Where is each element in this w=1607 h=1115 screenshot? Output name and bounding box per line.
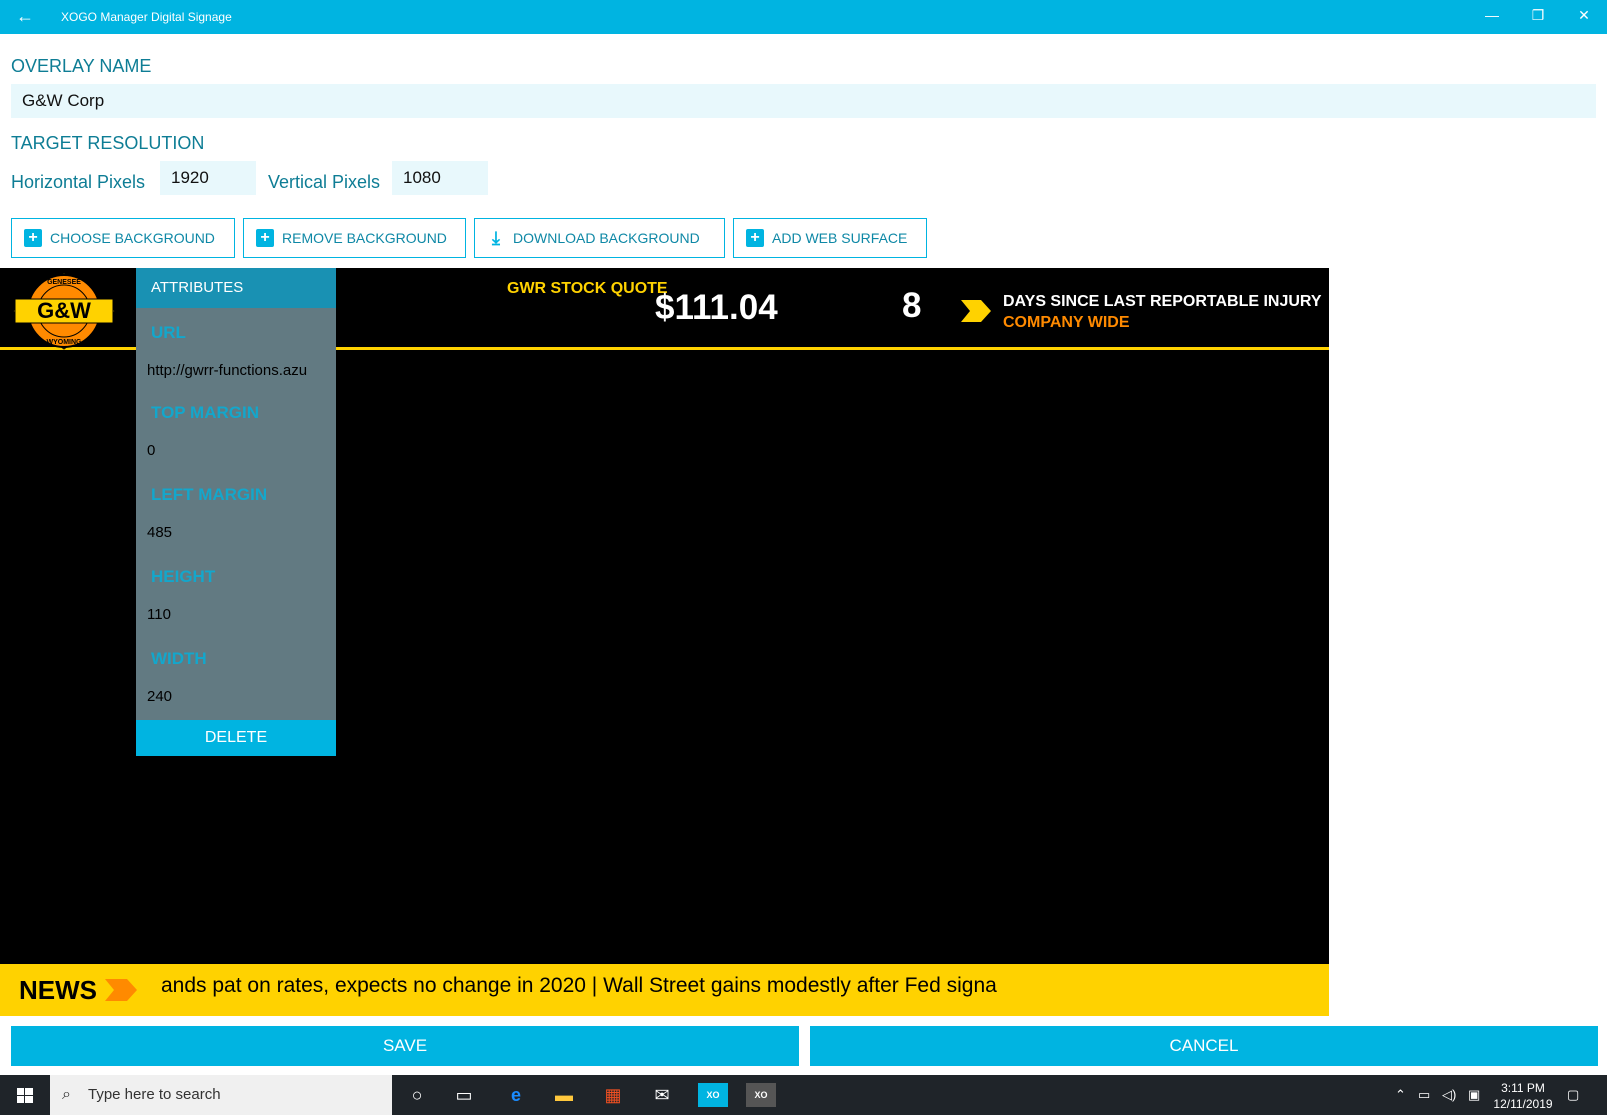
store-icon[interactable]: ▦ [600, 1083, 626, 1107]
add-web-surface-button[interactable]: + ADD WEB SURFACE [733, 218, 927, 258]
restore-icon[interactable]: ❐ [1515, 7, 1561, 24]
horizontal-pixels-input[interactable]: 1920 [160, 161, 256, 195]
stock-quote-label: GWR STOCK QUOTE [507, 280, 668, 297]
vertical-pixels-input[interactable]: 1080 [392, 161, 488, 195]
plus-icon: + [24, 229, 42, 247]
mail-icon[interactable]: ✉ [649, 1083, 675, 1107]
chevron-right-icon [961, 300, 991, 322]
company-wide-text: COMPANY WIDE [1003, 314, 1130, 331]
overlay-preview-canvas[interactable]: G&W GENESEE WYOMING GWR STOCK QUOTE $111… [0, 268, 1329, 1016]
taskbar-search-box[interactable]: ⌕ Type here to search [50, 1075, 392, 1115]
target-resolution-label: TARGET RESOLUTION [11, 133, 205, 153]
news-bar: NEWS ands pat on rates, expects no chang… [0, 964, 1329, 1016]
title-bar: ← XOGO Manager Digital Signage — ❐ ✕ [0, 0, 1607, 34]
days-count: 8 [902, 286, 922, 325]
cortana-icon[interactable]: ○ [404, 1083, 430, 1107]
height-label: HEIGHT [151, 567, 216, 586]
minimize-icon[interactable]: — [1469, 7, 1515, 23]
svg-text:GENESEE: GENESEE [47, 279, 81, 286]
close-icon[interactable]: ✕ [1561, 7, 1607, 24]
width-label: WIDTH [151, 649, 207, 668]
taskbar: ⌕ Type here to search ○ ▭ e ▬ ▦ ✉ XO XO … [0, 1075, 1607, 1115]
cancel-button[interactable]: CANCEL [810, 1026, 1598, 1066]
search-icon: ⌕ [62, 1086, 71, 1103]
save-button[interactable]: SAVE [11, 1026, 799, 1066]
news-ticker: ands pat on rates, expects no change in … [161, 974, 997, 997]
download-background-button[interactable]: ⤓ DOWNLOAD BACKGROUND [474, 218, 725, 258]
plus-icon: + [746, 229, 764, 247]
clock-time: 3:11 PM [1501, 1081, 1545, 1095]
file-explorer-icon[interactable]: ▬ [551, 1083, 577, 1107]
windows-start-icon[interactable] [0, 1075, 50, 1115]
taskbar-clock[interactable]: 3:11 PM 12/11/2019 [1485, 1080, 1561, 1112]
svg-text:G&W: G&W [37, 298, 91, 323]
stock-price: $111.04 [655, 288, 778, 327]
width-input[interactable]: 240 [147, 688, 336, 705]
remove-background-button[interactable]: + REMOVE BACKGROUND [243, 218, 466, 258]
top-margin-label: TOP MARGIN [151, 403, 259, 422]
device-icon[interactable]: ▣ [1468, 1087, 1480, 1103]
delete-button[interactable]: DELETE [136, 720, 336, 756]
back-arrow-icon[interactable]: ← [16, 6, 34, 26]
attributes-header: ATTRIBUTES [136, 268, 336, 308]
attributes-panel: ATTRIBUTES URL http://gwrr-functions.azu… [136, 268, 336, 756]
top-margin-input[interactable]: 0 [147, 442, 336, 459]
chevron-right-icon [105, 979, 137, 1001]
gw-logo-icon: G&W GENESEE WYOMING [12, 272, 116, 350]
overlay-name-input[interactable]: G&W Corp [11, 84, 1596, 118]
taskbar-search-placeholder: Type here to search [88, 1086, 221, 1103]
download-background-label: DOWNLOAD BACKGROUND [513, 230, 700, 246]
url-label: URL [151, 323, 186, 342]
news-label: NEWS [19, 975, 97, 1005]
left-margin-input[interactable]: 485 [147, 524, 336, 541]
remove-background-label: REMOVE BACKGROUND [282, 230, 447, 246]
chevron-up-icon[interactable]: ⌃ [1395, 1087, 1406, 1103]
svg-text:WYOMING: WYOMING [47, 339, 83, 346]
download-icon: ⤓ [492, 228, 500, 248]
add-web-surface-label: ADD WEB SURFACE [772, 230, 908, 246]
overlay-name-label: OVERLAY NAME [11, 56, 152, 76]
notifications-icon[interactable]: ▢ [1567, 1087, 1579, 1103]
plus-icon: + [256, 229, 274, 247]
edge-browser-icon[interactable]: e [503, 1083, 529, 1107]
horizontal-pixels-label: Horizontal Pixels [11, 172, 146, 192]
height-input[interactable]: 110 [147, 606, 336, 623]
url-input[interactable]: http://gwrr-functions.azu [147, 362, 336, 379]
choose-background-button[interactable]: + CHOOSE BACKGROUND [11, 218, 235, 258]
window-title: XOGO Manager Digital Signage [61, 10, 232, 24]
clock-date: 12/11/2019 [1493, 1097, 1553, 1111]
xogo-app-icon[interactable]: XO [698, 1083, 728, 1107]
volume-icon[interactable]: ◁) [1442, 1087, 1456, 1103]
choose-background-label: CHOOSE BACKGROUND [50, 230, 215, 246]
left-margin-label: LEFT MARGIN [151, 485, 268, 504]
task-view-icon[interactable]: ▭ [451, 1083, 477, 1107]
vertical-pixels-label: Vertical Pixels [268, 172, 381, 192]
network-icon[interactable]: ▭ [1418, 1087, 1430, 1103]
injury-text: DAYS SINCE LAST REPORTABLE INJURY [1003, 293, 1322, 310]
xogo-app-icon[interactable]: XO [746, 1083, 776, 1107]
